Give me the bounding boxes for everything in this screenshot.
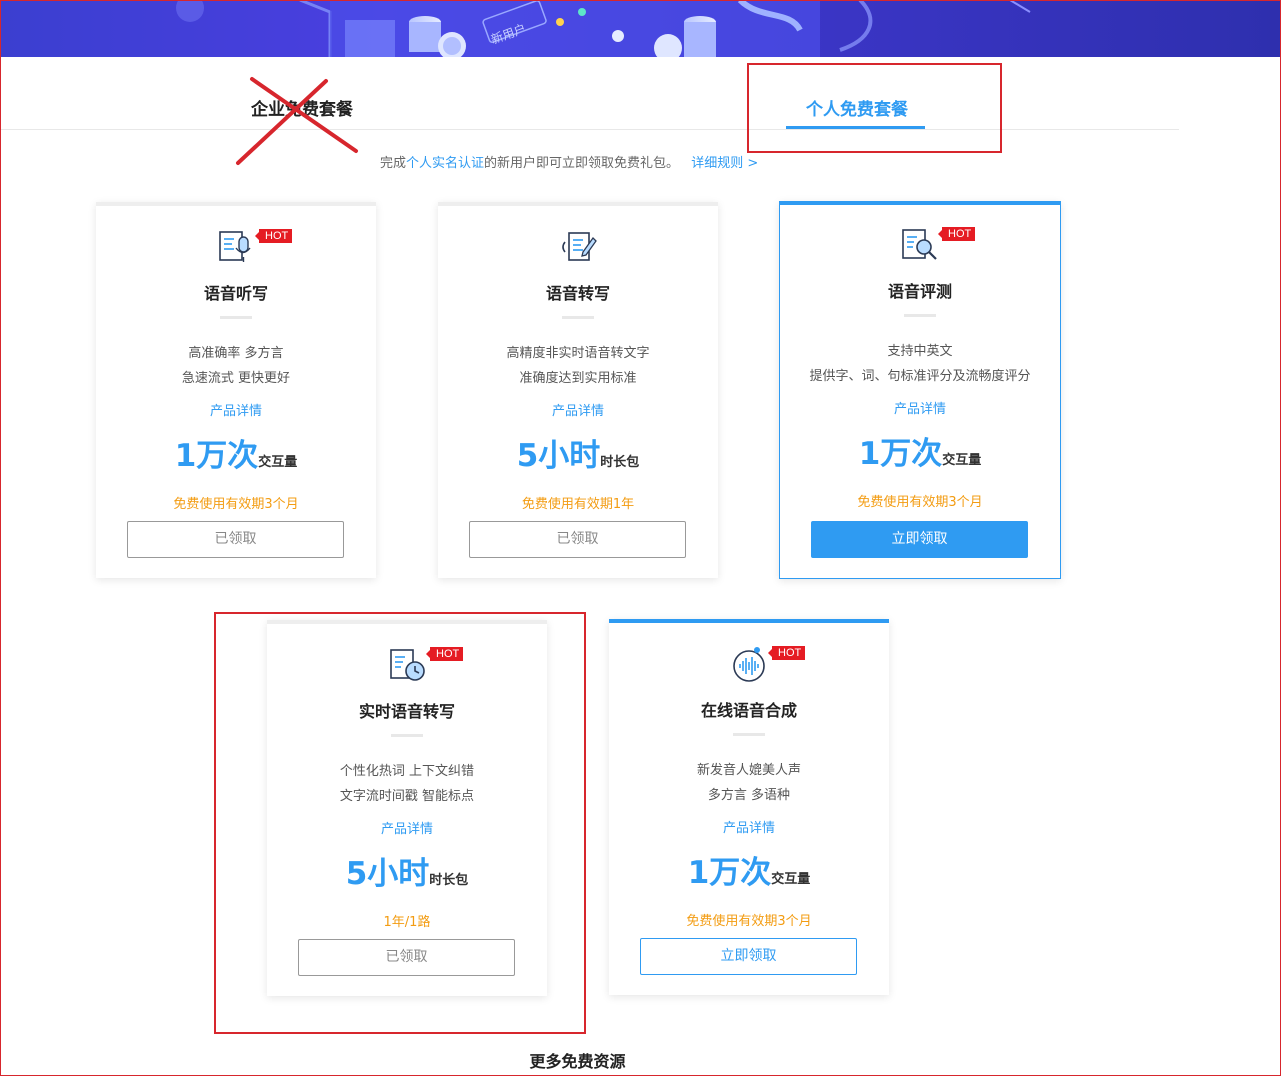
sound-wave-icon xyxy=(733,647,765,682)
claim-now-button[interactable]: 立即领取 xyxy=(811,521,1028,558)
card-description-line2: 多方言 多语种 xyxy=(707,788,791,803)
magnifier-document-icon xyxy=(902,229,937,260)
claimed-button[interactable]: 已领取 xyxy=(127,521,344,558)
hot-badge: HOT xyxy=(254,229,293,243)
card-amount: 1万次交互量 xyxy=(609,847,889,892)
rules-link[interactable]: 详细规则 > xyxy=(691,156,758,171)
notice-suffix: 的新用户即可立即领取免费礼包。 xyxy=(484,156,680,171)
product-card-transcription: 语音转写 高精度非实时语音转文字 准确度达到实用标准 产品详情 5小时时长包 免… xyxy=(438,202,718,578)
product-detail-link[interactable]: 产品详情 xyxy=(780,398,1060,417)
product-card-dictation: HOT 语音听写 高准确率 多方言 急速流式 更快更好 产品详情 1万次交互量 … xyxy=(96,202,376,578)
card-description-line1: 新发音人媲美人声 xyxy=(696,763,801,778)
card-separator xyxy=(562,316,594,319)
card-title: 语音转写 xyxy=(545,284,610,303)
card-description-line2: 提供字、词、句标准评分及流畅度评分 xyxy=(809,369,1031,384)
amount-unit: 交互量 xyxy=(942,453,982,468)
card-title: 语音听写 xyxy=(203,284,268,303)
product-detail-link[interactable]: 产品详情 xyxy=(609,817,889,836)
notice-text: 完成个人实名认证的新用户即可立即领取免费礼包。 详细规则 > xyxy=(380,152,758,171)
verification-link[interactable]: 个人实名认证 xyxy=(406,156,484,171)
banner-illustration: 新用户 xyxy=(176,0,1031,57)
more-resources-heading: 更多免费资源 xyxy=(529,1052,626,1071)
card-validity: 免费使用有效期3个月 xyxy=(173,497,299,512)
highlight-box-realtime-card xyxy=(214,612,586,1034)
card-description-line1: 高准确率 多方言 xyxy=(188,346,284,361)
card-amount: 1万次交互量 xyxy=(96,430,376,475)
hot-badge: HOT xyxy=(767,646,806,660)
hot-badge: HOT xyxy=(937,227,976,241)
product-detail-link[interactable]: 产品详情 xyxy=(438,400,718,419)
card-description-line1: 支持中英文 xyxy=(887,344,953,359)
card-validity: 免费使用有效期3个月 xyxy=(857,495,983,510)
card-description-line2: 急速流式 更快更好 xyxy=(181,371,291,386)
card-validity: 免费使用有效期1年 xyxy=(521,497,635,512)
card-separator xyxy=(220,316,252,319)
card-title: 在线语音合成 xyxy=(700,701,797,720)
claim-now-button[interactable]: 立即领取 xyxy=(640,938,857,975)
amount-value: 1万次 xyxy=(687,855,772,891)
card-description-line1: 高精度非实时语音转文字 xyxy=(506,346,650,361)
card-validity: 免费使用有效期3个月 xyxy=(686,914,812,929)
amount-unit: 时长包 xyxy=(600,455,640,470)
transcribe-pen-icon xyxy=(562,232,597,261)
plan-tabs: 企业免费套餐 个人免费套餐 xyxy=(0,57,1281,131)
card-separator xyxy=(904,314,936,317)
tab-divider xyxy=(0,129,1179,130)
card-amount: 1万次交互量 xyxy=(780,428,1060,473)
card-amount: 5小时时长包 xyxy=(438,430,718,475)
amount-value: 5小时 xyxy=(516,438,601,474)
amount-value: 1万次 xyxy=(174,438,259,474)
amount-unit: 交互量 xyxy=(771,872,811,887)
notice-prefix: 完成 xyxy=(380,156,407,171)
claimed-button[interactable]: 已领取 xyxy=(469,521,686,558)
product-detail-link[interactable]: 产品详情 xyxy=(96,400,376,419)
card-description-line2: 准确度达到实用标准 xyxy=(519,371,637,386)
top-banner: 新用户 xyxy=(0,0,1281,57)
amount-value: 1万次 xyxy=(858,436,943,472)
product-card-tts: HOT 在线语音合成 新发音人媲美人声 多方言 多语种 产品详情 1万次交互量 … xyxy=(609,619,889,995)
cross-out-annotation xyxy=(236,77,358,165)
microphone-icon xyxy=(219,231,251,262)
product-card-evaluation: HOT 语音评测 支持中英文 提供字、词、句标准评分及流畅度评分 产品详情 1万… xyxy=(779,201,1061,579)
card-separator xyxy=(733,733,765,736)
amount-unit: 交互量 xyxy=(258,455,298,470)
card-title: 语音评测 xyxy=(887,282,952,301)
highlight-box-personal-tab xyxy=(747,63,1002,153)
